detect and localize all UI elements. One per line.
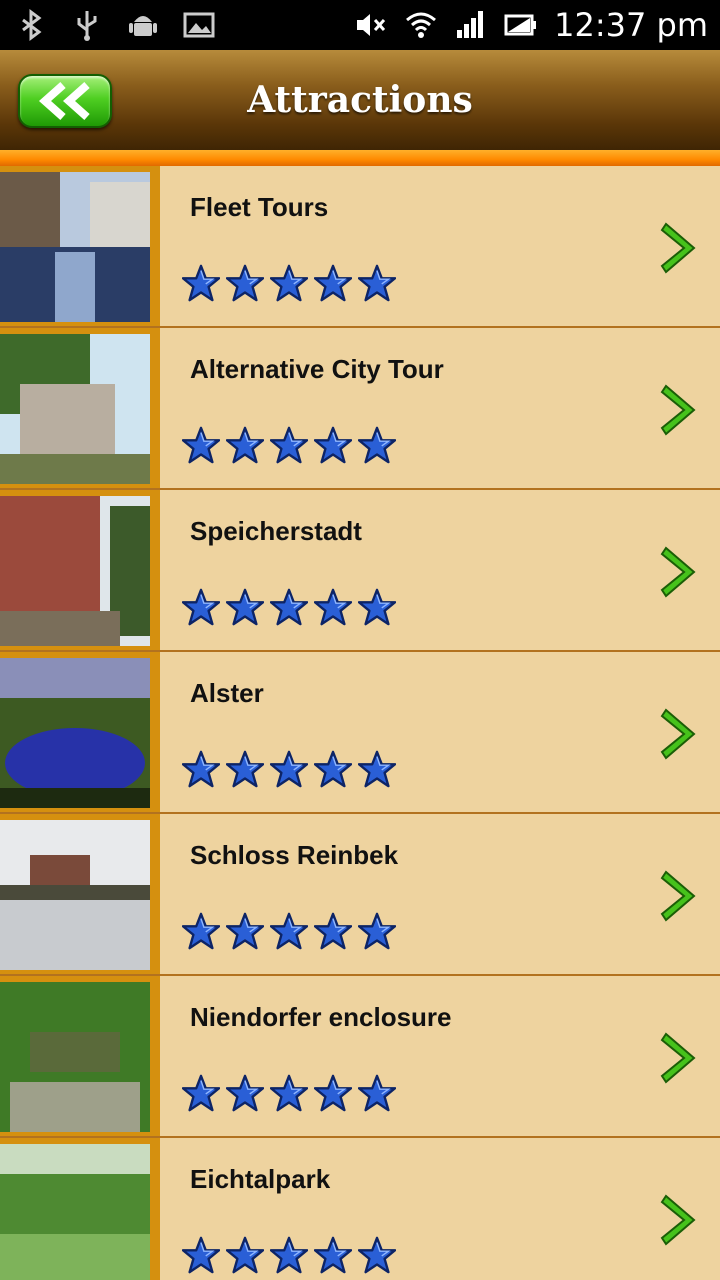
star-icon xyxy=(269,1074,309,1112)
attraction-name: Fleet Tours xyxy=(190,192,329,222)
status-bar: 12:37 pm xyxy=(0,0,720,50)
rating-stars xyxy=(181,1074,397,1112)
star-icon xyxy=(269,912,309,950)
signal-icon xyxy=(454,8,488,42)
star-icon xyxy=(181,1236,221,1274)
mute-icon xyxy=(354,8,388,42)
thumbnail-frame xyxy=(0,652,160,812)
list-item-fleet-tours[interactable]: Fleet Tours xyxy=(0,166,720,328)
star-icon xyxy=(313,426,353,464)
list-item-alster[interactable]: Alster xyxy=(0,652,720,814)
list-item-schloss-reinbek[interactable]: Schloss Reinbek xyxy=(0,814,720,976)
chevron-right-icon[interactable] xyxy=(660,220,700,276)
thumbnail-frame xyxy=(0,1138,160,1280)
attraction-name: Eichtalpark xyxy=(190,1164,331,1194)
star-icon xyxy=(357,426,397,464)
thumbnail-image xyxy=(0,334,150,484)
attraction-name: Alster xyxy=(190,678,264,708)
list-item-speicherstadt[interactable]: Speicherstadt xyxy=(0,490,720,652)
star-icon xyxy=(313,264,353,302)
attractions-list: Fleet Tours Alternative City Tour Speich… xyxy=(0,166,720,1280)
star-icon xyxy=(181,264,221,302)
status-time: 12:37 pm xyxy=(554,6,708,44)
thumbnail-frame xyxy=(0,814,160,974)
star-icon xyxy=(357,1074,397,1112)
attraction-name: Speicherstadt xyxy=(190,516,362,546)
star-icon xyxy=(357,588,397,626)
thumbnail-image xyxy=(0,982,150,1132)
attraction-name: Alternative City Tour xyxy=(190,354,444,384)
star-icon xyxy=(225,1236,265,1274)
attraction-name: Niendorfer enclosure xyxy=(190,1002,452,1032)
thumbnail-image xyxy=(0,658,150,808)
thumbnail-image xyxy=(0,820,150,970)
list-item-alternative-city-tour[interactable]: Alternative City Tour xyxy=(0,328,720,490)
list-item-niendorfer-enclosure[interactable]: Niendorfer enclosure xyxy=(0,976,720,1138)
header-accent-strip xyxy=(0,150,720,166)
thumbnail-frame xyxy=(0,166,160,326)
rating-stars xyxy=(181,588,397,626)
star-icon xyxy=(313,588,353,626)
star-icon xyxy=(357,912,397,950)
star-icon xyxy=(225,264,265,302)
star-icon xyxy=(225,912,265,950)
chevron-right-icon[interactable] xyxy=(660,1192,700,1248)
chevron-right-icon[interactable] xyxy=(660,544,700,600)
thumbnail-frame xyxy=(0,328,160,488)
star-icon xyxy=(269,588,309,626)
chevron-right-icon[interactable] xyxy=(660,868,700,924)
thumbnail-frame xyxy=(0,490,160,650)
usb-icon xyxy=(70,8,104,42)
attraction-name: Schloss Reinbek xyxy=(190,840,399,870)
star-icon xyxy=(313,1074,353,1112)
star-icon xyxy=(313,750,353,788)
star-icon xyxy=(313,912,353,950)
back-button[interactable] xyxy=(18,74,112,128)
star-icon xyxy=(357,750,397,788)
rating-stars xyxy=(181,750,397,788)
app-header: Attractions xyxy=(0,50,720,150)
star-icon xyxy=(181,426,221,464)
thumbnail-image xyxy=(0,172,150,322)
battery-icon xyxy=(504,8,538,42)
thumbnail-image xyxy=(0,1144,150,1280)
star-icon xyxy=(269,1236,309,1274)
star-icon xyxy=(181,750,221,788)
rating-stars xyxy=(181,1236,397,1274)
thumbnail-image xyxy=(0,496,150,646)
star-icon xyxy=(225,426,265,464)
chevron-right-icon[interactable] xyxy=(660,1030,700,1086)
bluetooth-icon xyxy=(14,8,48,42)
wifi-icon xyxy=(404,8,438,42)
star-icon xyxy=(181,588,221,626)
star-icon xyxy=(225,750,265,788)
rating-stars xyxy=(181,912,397,950)
android-icon xyxy=(126,8,160,42)
star-icon xyxy=(357,1236,397,1274)
list-item-eichtalpark[interactable]: Eichtalpark xyxy=(0,1138,720,1280)
chevron-right-icon[interactable] xyxy=(660,382,700,438)
star-icon xyxy=(269,750,309,788)
thumbnail-frame xyxy=(0,976,160,1136)
star-icon xyxy=(357,264,397,302)
star-icon xyxy=(181,1074,221,1112)
image-icon xyxy=(182,8,216,42)
rating-stars xyxy=(181,426,397,464)
star-icon xyxy=(225,588,265,626)
chevron-right-icon[interactable] xyxy=(660,706,700,762)
double-chevron-left-icon xyxy=(38,82,90,120)
rating-stars xyxy=(181,264,397,302)
star-icon xyxy=(225,1074,265,1112)
star-icon xyxy=(181,912,221,950)
star-icon xyxy=(313,1236,353,1274)
star-icon xyxy=(269,264,309,302)
star-icon xyxy=(269,426,309,464)
